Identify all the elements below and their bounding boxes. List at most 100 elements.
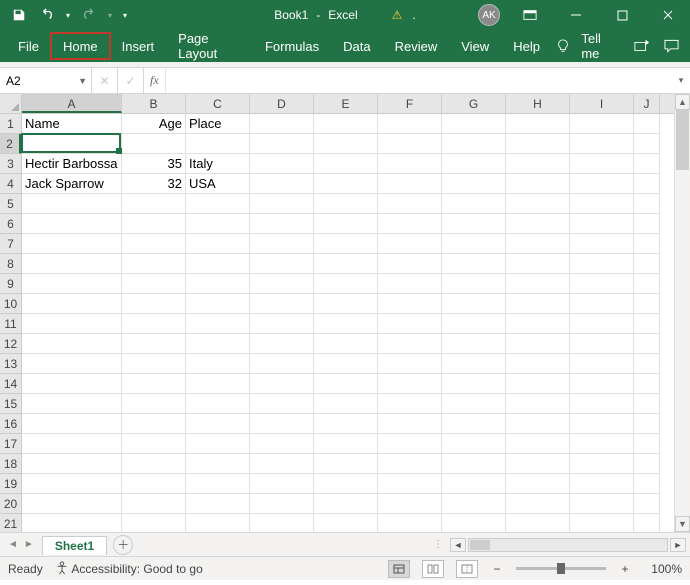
cell-E10[interactable] xyxy=(314,294,378,314)
cell-A5[interactable] xyxy=(22,194,122,214)
cell-C2[interactable] xyxy=(186,134,250,154)
cell-D3[interactable] xyxy=(250,154,314,174)
cell-J10[interactable] xyxy=(634,294,660,314)
cell-D12[interactable] xyxy=(250,334,314,354)
cell-F4[interactable] xyxy=(378,174,442,194)
cell-H15[interactable] xyxy=(506,394,570,414)
lightbulb-icon[interactable] xyxy=(552,33,573,59)
row-header-17[interactable]: 17 xyxy=(0,434,21,454)
row-header-6[interactable]: 6 xyxy=(0,214,21,234)
sheet-tab-active[interactable]: Sheet1 xyxy=(42,536,107,555)
cell-H5[interactable] xyxy=(506,194,570,214)
cell-I3[interactable] xyxy=(570,154,634,174)
cell-B11[interactable] xyxy=(122,314,186,334)
cell-D15[interactable] xyxy=(250,394,314,414)
cell-A21[interactable] xyxy=(22,514,122,532)
cell-A17[interactable] xyxy=(22,434,122,454)
cell-C11[interactable] xyxy=(186,314,250,334)
cell-J17[interactable] xyxy=(634,434,660,454)
cell-G21[interactable] xyxy=(442,514,506,532)
cell-I10[interactable] xyxy=(570,294,634,314)
cell-E8[interactable] xyxy=(314,254,378,274)
cell-C16[interactable] xyxy=(186,414,250,434)
cell-B17[interactable] xyxy=(122,434,186,454)
formula-bar-expand-icon[interactable]: ▾ xyxy=(672,68,690,93)
row-header-14[interactable]: 14 xyxy=(0,374,21,394)
cell-G15[interactable] xyxy=(442,394,506,414)
cell-A3[interactable]: Hectir Barbossa xyxy=(22,154,122,174)
cell-I14[interactable] xyxy=(570,374,634,394)
cells-area[interactable]: NameAgePlaceHectir Barbossa35ItalyJack S… xyxy=(22,114,690,532)
formula-input[interactable] xyxy=(166,68,672,93)
tab-file[interactable]: File xyxy=(6,33,51,59)
cell-C17[interactable] xyxy=(186,434,250,454)
cell-B12[interactable] xyxy=(122,334,186,354)
comments-icon[interactable] xyxy=(661,33,682,59)
cell-I19[interactable] xyxy=(570,474,634,494)
cell-A16[interactable] xyxy=(22,414,122,434)
cell-G18[interactable] xyxy=(442,454,506,474)
page-layout-view-icon[interactable] xyxy=(422,560,444,578)
cell-E19[interactable] xyxy=(314,474,378,494)
cell-G7[interactable] xyxy=(442,234,506,254)
cell-I7[interactable] xyxy=(570,234,634,254)
tab-view[interactable]: View xyxy=(449,33,501,59)
cell-H10[interactable] xyxy=(506,294,570,314)
cell-A6[interactable] xyxy=(22,214,122,234)
cell-I17[interactable] xyxy=(570,434,634,454)
user-avatar[interactable]: AK xyxy=(478,4,500,26)
zoom-in-button[interactable]: + xyxy=(618,562,632,576)
cell-I9[interactable] xyxy=(570,274,634,294)
cell-A11[interactable] xyxy=(22,314,122,334)
cell-B6[interactable] xyxy=(122,214,186,234)
cell-F20[interactable] xyxy=(378,494,442,514)
cell-E11[interactable] xyxy=(314,314,378,334)
cell-D13[interactable] xyxy=(250,354,314,374)
tab-home[interactable]: Home xyxy=(51,33,110,59)
accessibility-status[interactable]: Accessibility: Good to go xyxy=(55,561,203,576)
cell-D11[interactable] xyxy=(250,314,314,334)
cell-C14[interactable] xyxy=(186,374,250,394)
cell-B20[interactable] xyxy=(122,494,186,514)
cell-C20[interactable] xyxy=(186,494,250,514)
qat-customize-icon[interactable]: ▾ xyxy=(118,2,132,28)
tab-data[interactable]: Data xyxy=(331,33,382,59)
cell-E6[interactable] xyxy=(314,214,378,234)
sheet-nav[interactable]: ◄ ► xyxy=(0,539,42,550)
cell-D4[interactable] xyxy=(250,174,314,194)
cell-E20[interactable] xyxy=(314,494,378,514)
cell-A20[interactable] xyxy=(22,494,122,514)
cell-C18[interactable] xyxy=(186,454,250,474)
cell-F17[interactable] xyxy=(378,434,442,454)
cell-C5[interactable] xyxy=(186,194,250,214)
cell-D20[interactable] xyxy=(250,494,314,514)
cell-E9[interactable] xyxy=(314,274,378,294)
cell-B9[interactable] xyxy=(122,274,186,294)
column-header-E[interactable]: E xyxy=(314,94,378,113)
cell-A1[interactable]: Name xyxy=(22,114,122,134)
name-box-dropdown-icon[interactable]: ▼ xyxy=(78,76,87,86)
redo-dropdown-icon[interactable]: ▾ xyxy=(104,2,116,28)
add-sheet-button[interactable]: ＋ xyxy=(113,535,133,555)
scroll-right-icon[interactable]: ► xyxy=(670,538,686,552)
scroll-left-icon[interactable]: ◄ xyxy=(450,538,466,552)
cell-J12[interactable] xyxy=(634,334,660,354)
cell-B5[interactable] xyxy=(122,194,186,214)
row-header-1[interactable]: 1 xyxy=(0,114,21,134)
column-header-B[interactable]: B xyxy=(122,94,186,113)
cell-I2[interactable] xyxy=(570,134,634,154)
cell-J8[interactable] xyxy=(634,254,660,274)
cell-E2[interactable] xyxy=(314,134,378,154)
horizontal-scrollbar[interactable]: ⋮ ◄ ► xyxy=(429,538,690,552)
cell-D9[interactable] xyxy=(250,274,314,294)
cell-G11[interactable] xyxy=(442,314,506,334)
cell-G17[interactable] xyxy=(442,434,506,454)
cell-J18[interactable] xyxy=(634,454,660,474)
name-box-input[interactable] xyxy=(6,74,68,88)
close-icon[interactable] xyxy=(646,0,690,30)
cell-H16[interactable] xyxy=(506,414,570,434)
minimize-icon[interactable] xyxy=(554,0,598,30)
cell-G2[interactable] xyxy=(442,134,506,154)
cell-C8[interactable] xyxy=(186,254,250,274)
cell-D17[interactable] xyxy=(250,434,314,454)
